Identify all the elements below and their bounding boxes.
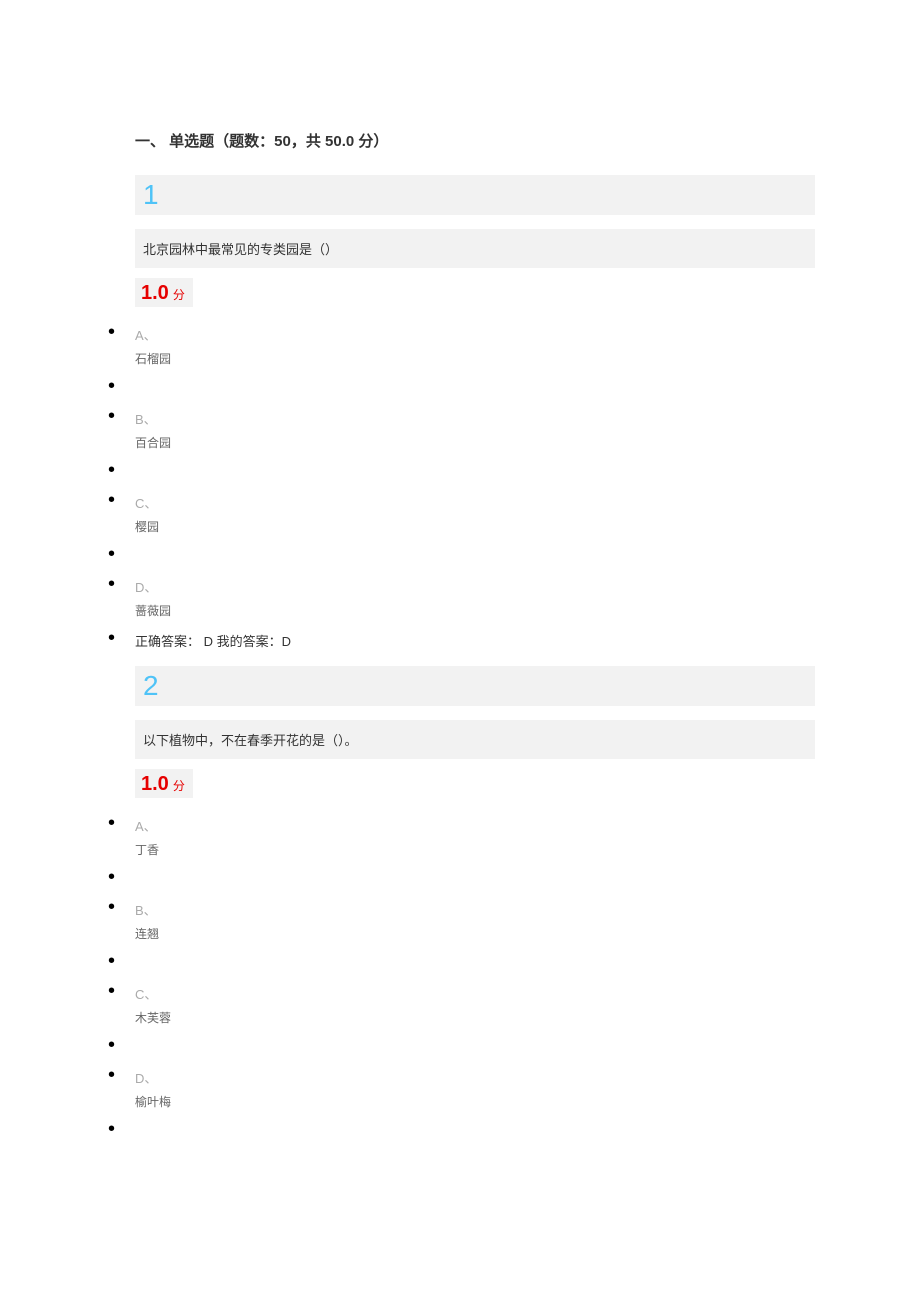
option-item: B、 百合园 [105,409,815,451]
option-item: C、 樱园 [105,493,815,535]
option-item: B、 连翘 [105,900,815,942]
option-text: 百合园 [135,434,815,451]
spacer [105,954,815,972]
spacer [105,1122,815,1140]
option-item: D、 蔷薇园 [105,577,815,619]
option-label: D、 [135,577,815,596]
option-item: C、 木芙蓉 [105,984,815,1026]
spacer [105,547,815,565]
score-box: 1.0 分 [135,278,193,307]
option-text: 蔷薇园 [135,602,815,619]
spacer [105,379,815,397]
option-label: C、 [135,984,815,1003]
spacer [105,870,815,888]
question-number-box: 2 [135,666,815,706]
question-text: 以下植物中，不在春季开花的是（）。 [135,720,815,759]
spacer [105,1038,815,1056]
option-label: D、 [135,1068,815,1087]
option-label: A、 [135,325,815,344]
score-value: 1.0 [141,773,169,795]
question-number-box: 1 [135,175,815,215]
answer-item: 正确答案： D 我的答案：D [105,631,815,650]
options-list: A、 石榴园 B、 百合园 C、 樱园 D、 蔷薇园 正确答案： D 我的答案：… [105,325,815,650]
option-item: D、 榆叶梅 [105,1068,815,1110]
question-number: 2 [143,670,159,701]
option-text: 丁香 [135,841,815,858]
option-label: A、 [135,816,815,835]
option-label: B、 [135,409,815,428]
score-box: 1.0 分 [135,769,193,798]
score-unit: 分 [173,779,185,793]
spacer [105,463,815,481]
option-item: A、 丁香 [105,816,815,858]
option-text: 木芙蓉 [135,1009,815,1026]
score-unit: 分 [173,288,185,302]
option-text: 石榴园 [135,350,815,367]
option-text: 樱园 [135,518,815,535]
option-item: A、 石榴园 [105,325,815,367]
option-text: 连翘 [135,925,815,942]
option-label: B、 [135,900,815,919]
options-list: A、 丁香 B、 连翘 C、 木芙蓉 D、 榆叶梅 [105,816,815,1140]
answer-text: 正确答案： D 我的答案：D [135,631,815,650]
question-number: 1 [143,179,159,210]
option-label: C、 [135,493,815,512]
option-text: 榆叶梅 [135,1093,815,1110]
section-title: 一、 单选题（题数：50，共 50.0 分） [135,130,815,151]
score-value: 1.0 [141,282,169,304]
question-text: 北京园林中最常见的专类园是（） [135,229,815,268]
